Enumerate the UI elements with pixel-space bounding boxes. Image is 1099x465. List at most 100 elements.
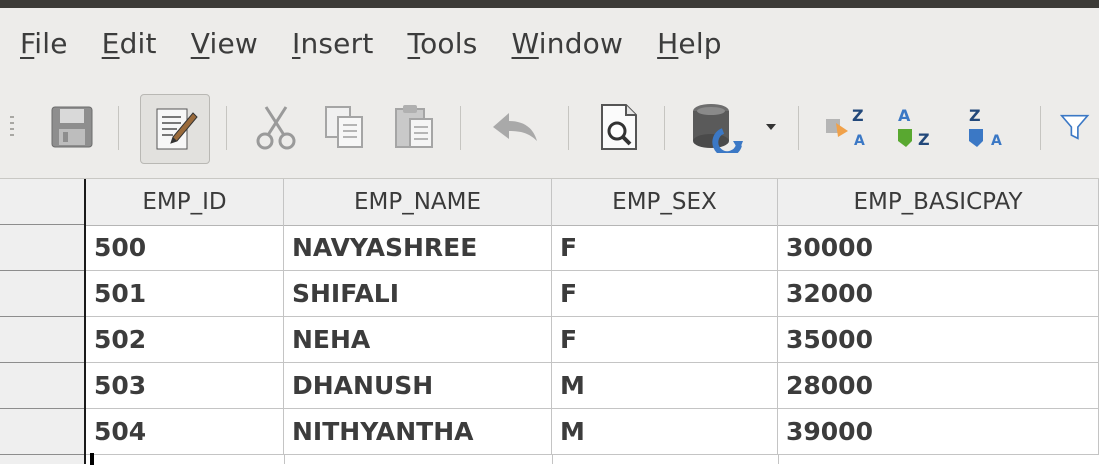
window-top-border	[0, 0, 1099, 8]
sort-a-z-icon: A Z	[898, 106, 930, 149]
filter-button[interactable]	[1060, 92, 1099, 162]
sort-ascending-button[interactable]: Z A	[818, 92, 882, 162]
table-row: 502 NEHA F 35000	[86, 317, 1099, 363]
table-row: 500 NAVYASHREE F 30000	[86, 225, 1099, 271]
toolbar-separator	[664, 106, 665, 150]
undo-icon	[493, 113, 537, 141]
data-grid: EMP_ID EMP_NAME EMP_SEX EMP_BASICPAY 500…	[0, 179, 1099, 465]
row-selector[interactable]	[0, 225, 84, 271]
cell-emp-id[interactable]: 501	[86, 271, 284, 317]
column-header-emp-id[interactable]: EMP_ID	[86, 179, 284, 225]
column-header-emp-name[interactable]: EMP_NAME	[284, 179, 552, 225]
edit-mode-icon	[156, 108, 198, 150]
cell-emp-sex[interactable]: M	[552, 409, 778, 455]
cell-emp-sex[interactable]: M	[552, 363, 778, 409]
svg-text:A: A	[898, 106, 911, 125]
cell-emp-id[interactable]: 500	[86, 225, 284, 271]
row-selector[interactable]	[0, 409, 84, 455]
cell-emp-sex[interactable]: F	[552, 317, 778, 363]
cell-emp-basicpay[interactable]: 28000	[778, 363, 1099, 409]
sort-z-a-icon: Z A	[969, 106, 1002, 149]
toolbar-separator	[460, 106, 461, 150]
cell-emp-basicpay[interactable]: 32000	[778, 271, 1099, 317]
svg-text:A: A	[991, 133, 1002, 149]
menu-tools-mnemonic: T	[407, 26, 421, 60]
column-header-emp-sex[interactable]: EMP_SEX	[552, 179, 778, 225]
toolbar-separator	[798, 106, 799, 150]
menu-edit[interactable]: Edit	[96, 27, 163, 60]
menu-file[interactable]: File	[14, 27, 74, 60]
column-header-emp-basicpay[interactable]: EMP_BASICPAY	[778, 179, 1099, 225]
cell-emp-name[interactable]: SHIFALI	[284, 271, 552, 317]
cell-emp-sex[interactable]: F	[552, 225, 778, 271]
undo-button[interactable]	[480, 92, 550, 162]
print-preview-button[interactable]	[588, 92, 648, 162]
menu-window[interactable]: Window	[506, 27, 630, 60]
cut-button[interactable]	[246, 92, 306, 162]
table-row: 503 DHANUSH M 28000	[86, 363, 1099, 409]
menu-tools[interactable]: Tools	[402, 27, 484, 60]
row-selector[interactable]	[0, 317, 84, 363]
menu-edit-mnemonic: E	[101, 26, 120, 60]
svg-text:A: A	[854, 133, 865, 149]
database-button[interactable]	[684, 92, 750, 162]
cell-emp-basicpay[interactable]: 39000	[778, 409, 1099, 455]
paste-icon	[395, 105, 433, 148]
menu-file-label: ile	[34, 26, 68, 60]
toolbar-grip[interactable]	[10, 116, 14, 138]
corner-cell[interactable]	[0, 179, 84, 225]
menu-help[interactable]: Help	[651, 27, 728, 60]
toolbar-separator	[118, 106, 119, 150]
toolbar-separator	[1040, 106, 1041, 150]
menu-edit-label: dit	[119, 26, 157, 60]
save-icon	[51, 106, 93, 148]
sort-z-a-button[interactable]: Z A	[958, 92, 1020, 162]
menu-help-mnemonic: H	[657, 26, 679, 60]
toolbar: Z A A Z Z A	[0, 78, 1099, 179]
menu-bar: File Edit View Insert Tools Window Help	[0, 8, 1099, 78]
cell-emp-id[interactable]: 502	[86, 317, 284, 363]
cell-emp-name[interactable]: NAVYASHREE	[284, 225, 552, 271]
edit-mode-button[interactable]	[140, 94, 210, 164]
menu-view[interactable]: View	[185, 27, 264, 60]
column-header-row: EMP_ID EMP_NAME EMP_SEX EMP_BASICPAY	[86, 179, 1099, 226]
filter-icon	[1060, 114, 1090, 140]
cell-emp-name[interactable]: NEHA	[284, 317, 552, 363]
menu-view-label: iew	[209, 26, 258, 60]
toolbar-separator	[568, 106, 569, 150]
table-row: 504 NITHYANTHA M 39000	[86, 409, 1099, 455]
cell-emp-sex[interactable]: F	[552, 271, 778, 317]
database-icon	[693, 104, 743, 153]
table-row: 501 SHIFALI F 32000	[86, 271, 1099, 317]
copy-icon	[325, 106, 363, 148]
cell-emp-name[interactable]: NITHYANTHA	[284, 409, 552, 455]
svg-text:Z: Z	[969, 106, 981, 125]
cell-emp-name[interactable]: DHANUSH	[284, 363, 552, 409]
row-header-column	[0, 179, 86, 464]
toolbar-separator	[226, 106, 227, 150]
cell-emp-id[interactable]: 504	[86, 409, 284, 455]
save-button[interactable]	[42, 92, 102, 162]
menu-tools-label: ools	[420, 26, 478, 60]
menu-insert-label: nsert	[300, 26, 374, 60]
sort-a-z-button[interactable]: A Z	[890, 92, 950, 162]
dropdown-arrow-icon	[766, 124, 776, 130]
print-preview-icon	[601, 104, 637, 150]
row-selector[interactable]	[0, 363, 84, 409]
cell-emp-basicpay[interactable]: 30000	[778, 225, 1099, 271]
menu-file-mnemonic: F	[20, 26, 35, 60]
paste-button[interactable]	[384, 92, 444, 162]
sort-ascending-icon: Z A	[826, 106, 865, 149]
new-record-row[interactable]	[86, 455, 1099, 464]
cut-icon	[256, 106, 296, 150]
menu-view-mnemonic: V	[190, 26, 210, 60]
row-selector[interactable]	[0, 271, 84, 317]
database-dropdown-button[interactable]	[758, 92, 784, 162]
copy-button[interactable]	[314, 92, 374, 162]
menu-window-mnemonic: W	[511, 26, 539, 60]
text-cursor	[90, 453, 94, 465]
cell-emp-basicpay[interactable]: 35000	[778, 317, 1099, 363]
svg-text:Z: Z	[918, 130, 930, 149]
cell-emp-id[interactable]: 503	[86, 363, 284, 409]
menu-insert[interactable]: Insert	[286, 27, 380, 60]
